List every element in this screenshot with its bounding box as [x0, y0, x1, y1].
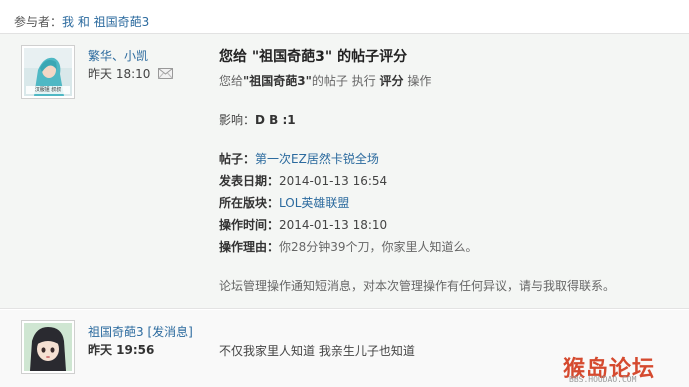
optime-label: 操作时间：	[219, 218, 280, 232]
envelope-icon[interactable]	[158, 67, 174, 82]
avatar[interactable]: 汉服姐 叔叔	[21, 45, 75, 99]
publish-value: 2014-01-13 16:54	[279, 174, 388, 188]
avatar-image	[24, 323, 72, 371]
post-label: 帖子：	[219, 152, 256, 166]
message-time-text: 昨天 18:10	[88, 67, 151, 81]
sender-row: 祖国奇葩3 [发消息]	[88, 323, 193, 340]
reason-label: 操作理由：	[219, 240, 280, 254]
message-item: 祖国奇葩3 [发消息] 昨天 19:56 不仅我家里人知道 我亲生儿子也知道 猴…	[0, 310, 689, 387]
summary-prefix: 您给	[219, 74, 244, 88]
optime-value: 2014-01-13 18:10	[279, 218, 388, 232]
publish-label: 发表日期：	[219, 174, 280, 188]
summary-suffix: 操作	[407, 74, 432, 88]
post-link[interactable]: 第一次EZ居然卡锐全场	[255, 152, 379, 166]
avatar[interactable]	[21, 320, 75, 374]
watermark-subtitle: BBS.HOUDAO.COM	[569, 375, 637, 384]
reason-value: 你28分钟39个刀，你家里人知道么。	[279, 240, 478, 254]
publish-date-row: 发表日期：2014-01-13 16:54	[219, 170, 669, 192]
message-content: 您给 "祖国奇葩3" 的帖子评分 您给"祖国奇葩3"的帖子 执行 评分 操作 影…	[219, 44, 669, 297]
message-time: 昨天 18:10	[88, 65, 174, 82]
operation-time-row: 操作时间：2014-01-13 18:10	[219, 214, 669, 236]
board-link[interactable]: LOL英雄联盟	[279, 196, 349, 210]
avatar-caption: 汉服姐 叔叔	[34, 87, 62, 93]
effect-label: 影响：	[219, 113, 256, 127]
board-row: 所在版块：LOL英雄联盟	[219, 192, 669, 214]
participants-label: 参与者：	[14, 15, 63, 29]
effect-row: 影响：D B :1	[219, 109, 669, 131]
sender-name[interactable]: 祖国奇葩3	[88, 325, 144, 339]
message-time: 昨天 19:56	[88, 343, 155, 357]
board-label: 所在版块：	[219, 196, 280, 210]
summary-action: 评分	[379, 74, 404, 88]
post-row: 帖子：第一次EZ居然卡锐全场	[219, 148, 669, 170]
effect-value: D B :1	[255, 113, 296, 127]
message-summary: 您给"祖国奇葩3"的帖子 执行 评分 操作	[219, 70, 669, 92]
send-message-link[interactable]: [发消息]	[147, 325, 192, 339]
participants-bar: 参与者：我 和 祖国奇葩3	[0, 0, 689, 34]
participants-names[interactable]: 我 和 祖国奇葩3	[62, 15, 149, 29]
message-title: 您给 "祖国奇葩3" 的帖子评分	[219, 49, 408, 65]
message-item: 汉服姐 叔叔 繁华、小凯 昨天 18:10 您给 "祖国奇葩3" 的帖子评分 您…	[0, 34, 689, 309]
reason-row: 操作理由：你28分钟39个刀，你家里人知道么。	[219, 236, 669, 258]
sender-name[interactable]: 繁华、小凯	[88, 47, 148, 64]
site-watermark: 猴岛论坛 BBS.HOUDAO.COM	[563, 351, 681, 385]
summary-target: "祖国奇葩3"	[243, 74, 312, 88]
summary-mid: 的帖子 执行	[311, 74, 376, 88]
notice-text: 论坛管理操作通知短消息，对本次管理操作有任何异议，请与我取得联系。	[219, 279, 616, 293]
